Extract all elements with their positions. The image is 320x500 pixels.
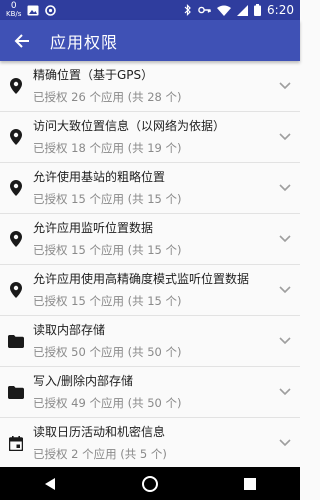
location-pin-icon [1, 78, 31, 94]
permission-list[interactable]: 精确位置（基于GPS） 已授权 26 个应用 (共 28 个) 访问大致位置信息（以… [0, 61, 300, 467]
location-pin-icon [1, 231, 31, 247]
folder-icon [1, 334, 31, 348]
permission-item[interactable]: 读取日历活动和机密信息 已授权 2 个应用 (共 5 个) [0, 418, 300, 467]
home-circle-icon [142, 475, 158, 492]
image-notification-icon [27, 5, 39, 16]
permission-item[interactable]: 访问大致位置信息（以网络为依据） 已授权 18 个应用 (共 19 个) [0, 112, 300, 163]
permission-item[interactable]: 允许使用基站的粗略位置已授权 15 个应用 (共 15 个) [0, 163, 300, 214]
permission-item[interactable]: 读取内部存储已授权 50 个应用 (共 50 个) [0, 316, 300, 367]
chevron-down-icon[interactable] [270, 286, 300, 294]
permission-text: 精确位置（基于GPS） 已授权 26 个应用 (共 28 个) [31, 67, 270, 105]
permission-text: 写入/删除内部存储已授权 49 个应用 (共 50 个) [31, 373, 270, 411]
back-triangle-icon [45, 477, 55, 490]
permission-item[interactable]: 允许应用监听位置数据已授权 15 个应用 (共 15 个) [0, 214, 300, 265]
permission-subtitle: 已授权 15 个应用 (共 15 个) [33, 192, 182, 206]
permission-subtitle: 已授权 15 个应用 (共 15 个) [33, 243, 182, 257]
network-speed-unit: KB/s [6, 10, 22, 18]
nav-recents-button[interactable] [230, 467, 270, 500]
calendar-icon [1, 435, 31, 451]
permission-text: 读取内部存储已授权 50 个应用 (共 50 个) [31, 322, 270, 360]
permission-title: 访问大致位置信息（以网络为依据） [33, 119, 226, 133]
page-title: 应用权限 [50, 32, 119, 52]
app-bar: 应用权限 [0, 20, 300, 61]
location-pin-icon [1, 129, 31, 145]
settings-notification-icon [45, 4, 57, 16]
permission-item[interactable]: 允许应用使用高精确度模式监听位置数据 已授权 15 个应用 (共 15 个) [0, 265, 300, 316]
permission-item[interactable]: 精确位置（基于GPS） 已授权 26 个应用 (共 28 个) [0, 61, 300, 112]
permission-subtitle: 已授权 50 个应用 (共 50 个) [33, 345, 182, 359]
permission-text: 读取日历活动和机密信息 已授权 2 个应用 (共 5 个) [31, 424, 270, 462]
chevron-down-icon[interactable] [270, 133, 300, 141]
permission-title: 允许使用基站的粗略位置 [33, 170, 166, 184]
permission-title: 精确位置（基于GPS） [33, 68, 154, 82]
clock: 6:20 [267, 3, 294, 17]
chevron-down-icon[interactable] [270, 337, 300, 345]
permission-title: 允许应用监听位置数据 [33, 221, 154, 235]
permission-text: 允许应用使用高精确度模式监听位置数据 已授权 15 个应用 (共 15 个) [31, 271, 270, 309]
chevron-down-icon[interactable] [270, 82, 300, 90]
navigation-bar [0, 467, 300, 500]
location-pin-icon [1, 282, 31, 298]
chevron-down-icon[interactable] [270, 184, 300, 192]
battery-icon [254, 4, 262, 16]
permission-title: 读取日历活动和机密信息 [33, 425, 166, 439]
permission-title: 允许应用使用高精确度模式监听位置数据 [33, 272, 250, 286]
chevron-down-icon[interactable] [270, 235, 300, 243]
vpn-key-icon [198, 6, 211, 14]
wifi-icon [217, 5, 232, 16]
back-button[interactable] [0, 20, 44, 61]
permission-title: 读取内部存储 [33, 323, 106, 337]
permission-subtitle: 已授权 15 个应用 (共 15 个) [33, 294, 182, 308]
recents-square-icon [244, 477, 256, 490]
permission-subtitle: 已授权 49 个应用 (共 50 个) [33, 396, 182, 410]
status-bar: 0 KB/s 6:20 [0, 0, 300, 20]
chevron-down-icon[interactable] [270, 439, 300, 447]
cellular-signal-icon [237, 4, 249, 16]
bluetooth-icon [184, 4, 192, 16]
permission-subtitle: 已授权 18 个应用 (共 19 个) [33, 141, 182, 155]
permission-text: 允许应用监听位置数据已授权 15 个应用 (共 15 个) [31, 220, 270, 258]
permission-subtitle: 已授权 2 个应用 (共 5 个) [33, 447, 167, 461]
permission-text: 允许使用基站的粗略位置已授权 15 个应用 (共 15 个) [31, 169, 270, 207]
nav-back-button[interactable] [30, 467, 70, 500]
chevron-down-icon[interactable] [270, 388, 300, 396]
permission-text: 访问大致位置信息（以网络为依据） 已授权 18 个应用 (共 19 个) [31, 118, 270, 156]
network-speed: 0 KB/s [6, 2, 21, 18]
permission-title: 写入/删除内部存储 [33, 374, 134, 388]
nav-home-button[interactable] [130, 467, 170, 500]
folder-icon [1, 385, 31, 399]
back-arrow-icon [14, 33, 29, 48]
permission-item[interactable]: 写入/删除内部存储已授权 49 个应用 (共 50 个) [0, 367, 300, 418]
location-pin-icon [1, 180, 31, 196]
permission-subtitle: 已授权 26 个应用 (共 28 个) [33, 90, 182, 104]
